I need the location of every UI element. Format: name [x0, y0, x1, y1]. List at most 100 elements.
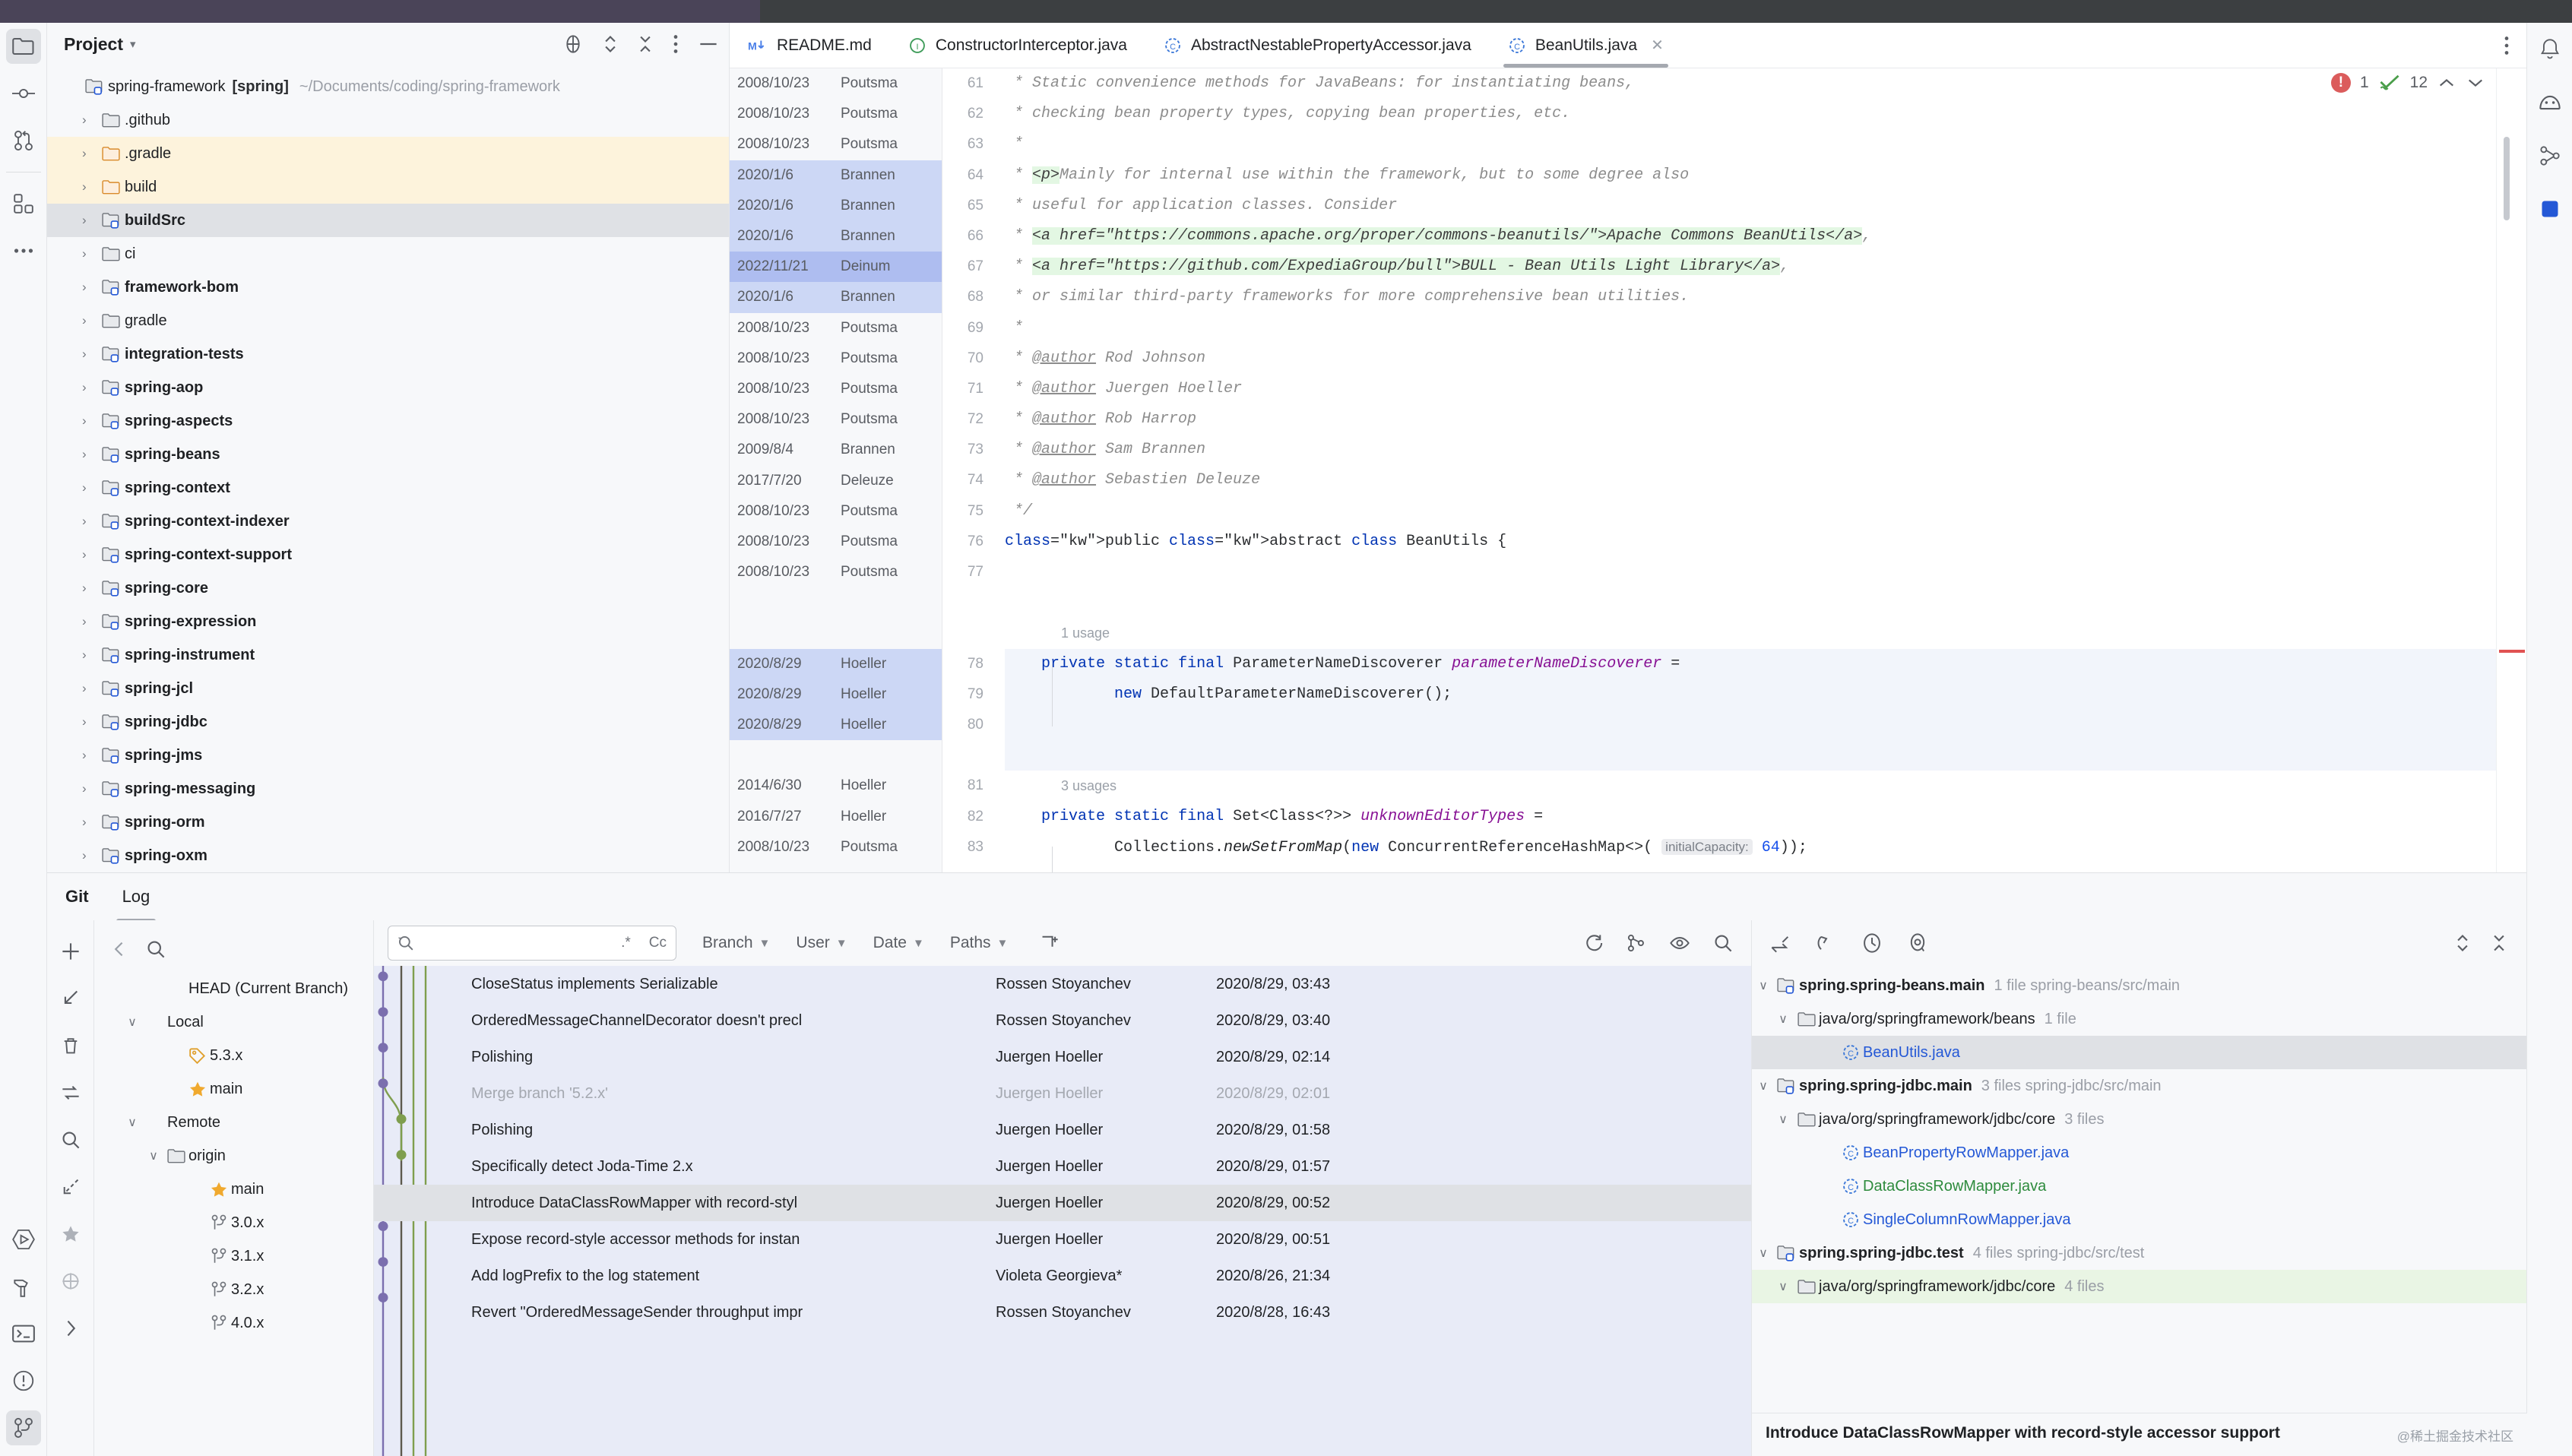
commit-search-input[interactable]: .* Cc — [388, 926, 676, 961]
annotation-row[interactable]: 2008/10/23Poutsma — [730, 557, 942, 587]
project-tree-item[interactable]: ›spring-aspects — [47, 404, 729, 438]
search-icon[interactable] — [146, 939, 166, 959]
annotation-row[interactable]: 2008/10/23Poutsma — [730, 404, 942, 435]
changed-file-row[interactable]: ∨spring.spring-jdbc.test4 files spring-j… — [1752, 1236, 2526, 1270]
code-line[interactable] — [1005, 710, 2526, 740]
git-tool-tab[interactable]: Git — [62, 879, 92, 914]
commit-row[interactable]: Introduce DataClassRowMapper with record… — [374, 1185, 1751, 1221]
code-line[interactable]: new DefaultParameterNameDiscoverer(); — [1005, 679, 2526, 710]
project-tree-item[interactable]: ›framework-bom — [47, 271, 729, 304]
chevron-right-icon[interactable]: › — [82, 179, 102, 195]
chevron-down-icon[interactable]: ∨ — [143, 1148, 164, 1163]
code-line[interactable]: Collections.newSetFromMap(new Concurrent… — [1005, 832, 2526, 863]
show-diff-icon[interactable] — [1907, 932, 1928, 954]
chevron-right-icon[interactable]: › — [82, 514, 102, 529]
chevron-right-icon[interactable]: › — [82, 547, 102, 562]
chevron-right-icon[interactable]: › — [82, 447, 102, 462]
branch-tree-item[interactable]: 3.0.x — [94, 1206, 373, 1239]
editor-tab[interactable]: CAbstractNestablePropertyAccessor.java — [1145, 23, 1490, 68]
chevron-right-icon[interactable]: › — [82, 213, 102, 228]
branch-tree-item[interactable]: 3.2.x — [94, 1273, 373, 1306]
code-line[interactable]: private static final Set<Class<?>> unkno… — [1005, 802, 2526, 832]
search-icon[interactable] — [1713, 933, 1733, 953]
code-line[interactable]: * useful for application classes. Consid… — [1005, 191, 2526, 221]
annotation-row[interactable]: 2008/10/23Poutsma — [730, 527, 942, 557]
notifications-icon[interactable] — [2527, 23, 2572, 76]
annotation-row[interactable]: 2020/1/6Brannen — [730, 221, 942, 252]
project-tree-item[interactable]: ›spring-jdbc — [47, 705, 729, 739]
commit-filter-paths[interactable]: Paths▼ — [950, 934, 1009, 952]
annotation-row[interactable]: 2008/10/23Poutsma — [730, 496, 942, 527]
changed-file-row[interactable]: CDataClassRowMapper.java — [1752, 1170, 2526, 1203]
annotation-row[interactable]: 2020/1/6Brannen — [730, 160, 942, 191]
annotation-row[interactable]: 2022/11/21Deinum — [730, 252, 942, 282]
code-line[interactable]: * Static convenience methods for JavaBea… — [1005, 68, 2526, 99]
commit-row[interactable]: Expose record-style accessor methods for… — [374, 1221, 1751, 1258]
options-icon[interactable] — [673, 34, 679, 54]
branch-tree-item[interactable]: 3.1.x — [94, 1239, 373, 1273]
editor-tab[interactable]: IConstructorInterceptor.java — [890, 23, 1145, 68]
project-tree-item[interactable]: spring-framework[spring]~/Documents/codi… — [47, 70, 729, 103]
changed-file-row[interactable]: ∨spring.spring-beans.main1 file spring-b… — [1752, 969, 2526, 1002]
favorite-icon[interactable] — [47, 1211, 94, 1258]
chevron-right-icon[interactable]: › — [82, 848, 102, 863]
code-content[interactable]: * Static convenience methods for JavaBea… — [996, 68, 2526, 872]
annotation-row[interactable]: 2008/10/23Poutsma — [730, 343, 942, 374]
annotation-row[interactable]: 2020/8/29Hoeller — [730, 679, 942, 710]
annotation-row[interactable]: 2009/8/4Brannen — [730, 435, 942, 465]
code-line[interactable]: * @author Rod Johnson — [1005, 343, 2526, 374]
collapse-all-icon[interactable] — [2491, 933, 2507, 953]
expand-collapse-icon[interactable] — [2455, 933, 2470, 953]
expand-collapse-icon[interactable] — [603, 34, 618, 54]
project-tree-item[interactable]: ›spring-jms — [47, 739, 729, 772]
activity-item-git[interactable] — [0, 1404, 47, 1451]
annotation-row[interactable]: 2008/10/23Poutsma — [730, 68, 942, 99]
error-stripe-mark[interactable] — [2499, 650, 2525, 653]
annotation-row[interactable]: 2020/1/6Brannen — [730, 191, 942, 221]
commit-row[interactable]: Revert "OrderedMessageSender throughput … — [374, 1294, 1751, 1331]
new-filter-icon[interactable] — [1040, 933, 1060, 953]
search-icon[interactable] — [47, 1116, 94, 1163]
previous-problem-icon[interactable] — [2437, 75, 2456, 90]
project-tree-item[interactable]: ›spring-context-indexer — [47, 505, 729, 538]
chevron-right-icon[interactable]: › — [82, 280, 102, 295]
chevron-right-icon[interactable]: › — [82, 380, 102, 395]
chevron-down-icon[interactable]: ∨ — [122, 1115, 143, 1130]
changed-file-row[interactable]: ∨spring.spring-jdbc.main3 files spring-j… — [1752, 1069, 2526, 1103]
annotation-row[interactable] — [730, 863, 942, 872]
annotation-gutter[interactable]: 2008/10/23Poutsma2008/10/23Poutsma2008/1… — [730, 68, 942, 872]
delete-icon[interactable] — [47, 1022, 94, 1069]
branch-tree-item[interactable]: 5.3.x — [94, 1039, 373, 1072]
chevron-right-icon[interactable]: › — [82, 246, 102, 261]
branch-tree-item[interactable]: main — [94, 1072, 373, 1106]
chevron-right-icon[interactable]: › — [82, 647, 102, 663]
chevron-right-icon[interactable]: › — [82, 313, 102, 328]
editor-scrollbar-thumb[interactable] — [2504, 137, 2510, 220]
commit-filter-branch[interactable]: Branch▼ — [702, 934, 770, 952]
rebase-icon[interactable] — [47, 1069, 94, 1116]
activity-item-services[interactable] — [0, 180, 47, 227]
code-line[interactable]: * @author Sebastien Deleuze — [1005, 465, 2526, 495]
jump-to-source-icon[interactable] — [1770, 933, 1791, 953]
changed-file-row[interactable]: ∨java/org/springframework/jdbc/core4 fil… — [1752, 1270, 2526, 1303]
annotation-row[interactable]: 2020/8/29Hoeller — [730, 710, 942, 740]
commit-filter-date[interactable]: Date▼ — [873, 934, 924, 952]
project-tree-item[interactable]: ›spring-core — [47, 571, 729, 605]
annotation-row[interactable]: 2016/7/27Hoeller — [730, 802, 942, 832]
structure-icon[interactable] — [2527, 129, 2572, 182]
annotation-row[interactable]: 2014/6/30Hoeller — [730, 771, 942, 801]
chevron-down-icon[interactable]: ∨ — [1772, 1112, 1794, 1127]
project-tree-item[interactable]: ›.gradle — [47, 137, 729, 170]
changed-file-row[interactable]: ∨java/org/springframework/beans1 file — [1752, 1002, 2526, 1036]
code-line[interactable]: * @author Juergen Hoeller — [1005, 374, 2526, 404]
chevron-right-icon[interactable]: › — [82, 748, 102, 763]
branch-tree-item[interactable]: main — [94, 1173, 373, 1206]
ai-assistant-icon[interactable] — [2527, 76, 2572, 129]
annotation-row[interactable] — [730, 587, 942, 618]
project-tree-item[interactable]: ›spring-orm — [47, 806, 729, 839]
branch-tree-item[interactable]: 4.0.x — [94, 1306, 373, 1340]
chevron-down-icon[interactable]: ▾ — [130, 37, 136, 51]
annotation-row[interactable]: 2008/10/23Poutsma — [730, 374, 942, 404]
expand-icon[interactable] — [47, 1305, 94, 1352]
annotation-row[interactable]: 2008/10/23Poutsma — [730, 313, 942, 343]
